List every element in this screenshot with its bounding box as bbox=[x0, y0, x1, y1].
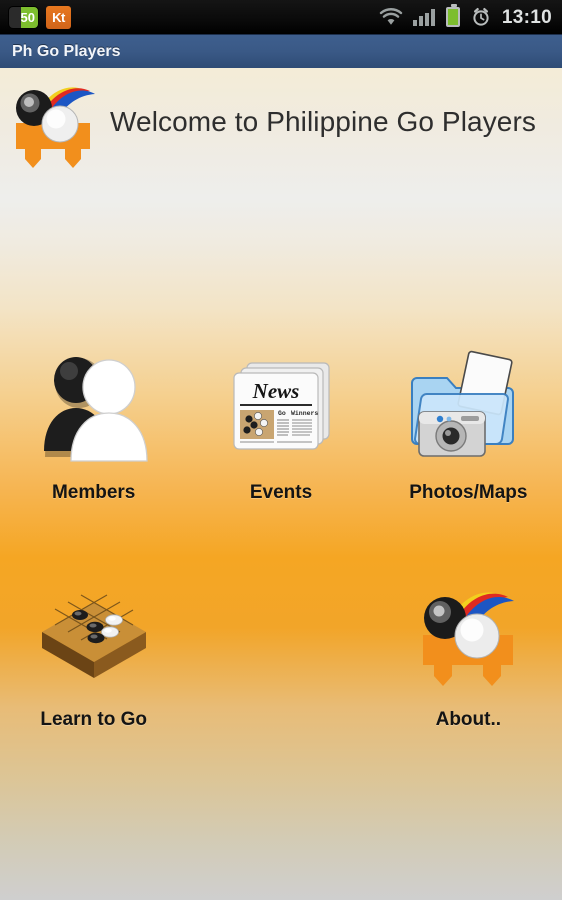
status-notifications: 50 Kt bbox=[8, 5, 71, 29]
go-board-icon bbox=[19, 572, 169, 697]
empty-slot bbox=[206, 572, 356, 697]
menu-item-learn-to-go[interactable]: Learn to Go bbox=[0, 572, 187, 731]
kt-app-badge-label: Kt bbox=[52, 9, 65, 25]
menu-item-label: Photos/Maps bbox=[409, 482, 528, 503]
newspaper-headline-right: Winners bbox=[291, 410, 318, 417]
menu-item-events[interactable]: News Go Winners Events bbox=[187, 345, 374, 504]
status-icons: 13:10 bbox=[379, 4, 552, 28]
app-title-bar: Ph Go Players bbox=[0, 34, 562, 68]
members-people-icon bbox=[19, 345, 169, 470]
wifi-icon bbox=[379, 7, 403, 26]
menu-row: Members News Go Winners Events Photos/Ma… bbox=[0, 345, 562, 504]
menu-item-empty bbox=[187, 572, 374, 731]
app-title: Ph Go Players bbox=[12, 42, 121, 60]
welcome-header: Welcome to Philippine Go Players bbox=[0, 72, 562, 172]
notification-count-label: 50 bbox=[20, 9, 35, 25]
menu-row: Learn to Go About.. bbox=[0, 572, 562, 731]
newspaper-headline-left: Go bbox=[278, 410, 286, 417]
menu-item-label: Events bbox=[249, 482, 313, 503]
go-players-logo-icon bbox=[6, 76, 98, 168]
main-menu-grid: Members News Go Winners Events Photos/Ma… bbox=[0, 345, 562, 731]
menu-item-about[interactable]: About.. bbox=[375, 572, 562, 731]
status-clock: 13:10 bbox=[501, 6, 552, 28]
menu-item-members[interactable]: Members bbox=[0, 345, 187, 504]
status-bar[interactable]: 50 Kt 13:10 bbox=[0, 0, 562, 34]
battery-icon bbox=[445, 4, 460, 27]
menu-item-label: Learn to Go bbox=[40, 709, 147, 730]
alarm-clock-icon bbox=[471, 7, 491, 27]
notification-count-badge: 50 bbox=[8, 5, 39, 29]
menu-item-label: About.. bbox=[435, 709, 502, 730]
events-newspaper-icon: News Go Winners bbox=[206, 345, 356, 470]
signal-icon bbox=[412, 8, 435, 26]
welcome-text: Welcome to Philippine Go Players bbox=[110, 106, 536, 137]
go-players-logo-icon bbox=[393, 572, 543, 697]
menu-item-label: Members bbox=[51, 482, 136, 503]
svg-text:News: News bbox=[252, 379, 300, 403]
menu-item-photos-maps[interactable]: Photos/Maps bbox=[375, 345, 562, 504]
photos-folder-camera-icon bbox=[393, 345, 543, 470]
app-screen: 50 Kt 13:10 Ph Go Players Welcome to Phi… bbox=[0, 0, 562, 900]
kt-app-badge-icon: Kt bbox=[46, 5, 71, 29]
